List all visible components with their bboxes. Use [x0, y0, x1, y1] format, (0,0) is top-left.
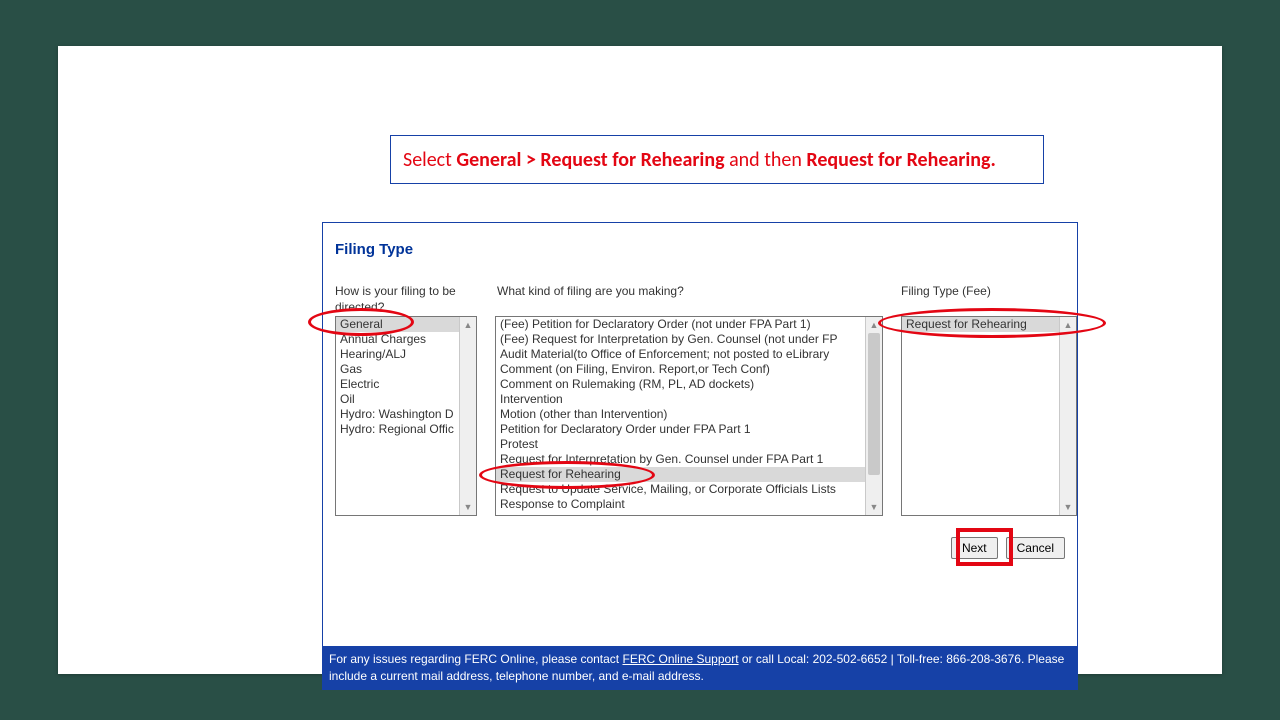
cancel-button[interactable]: Cancel	[1006, 537, 1065, 559]
footer-text-1: For any issues regarding FERC Online, pl…	[329, 652, 622, 666]
panel-title: Filing Type	[335, 241, 413, 258]
list-item[interactable]: Request for Rehearing	[902, 317, 1060, 332]
next-button[interactable]: Next	[951, 537, 998, 559]
listbox-directed[interactable]: GeneralAnnual ChargesHearing/ALJGasElect…	[335, 316, 477, 516]
instruction-text-1: Select	[403, 148, 456, 172]
instruction-bold-1: General > Request for Rehearing	[456, 148, 724, 172]
scrollbar[interactable]: ▲ ▼	[865, 317, 882, 515]
scroll-up-icon[interactable]: ▲	[460, 317, 476, 333]
instruction-callout: Select General > Request for Rehearing a…	[390, 135, 1044, 184]
list-item[interactable]: Oil	[336, 392, 460, 407]
list-item[interactable]: Comment on Rulemaking (RM, PL, AD docket…	[496, 377, 866, 392]
list-item[interactable]: Protest	[496, 437, 866, 452]
list-item[interactable]: Request to Update Service, Mailing, or C…	[496, 482, 866, 497]
scroll-up-icon[interactable]: ▲	[866, 317, 882, 333]
page: Select General > Request for Rehearing a…	[58, 46, 1222, 674]
scroll-thumb[interactable]	[868, 333, 880, 475]
list-item[interactable]: Motion (other than Intervention)	[496, 407, 866, 422]
list-item[interactable]: Gas	[336, 362, 460, 377]
listbox-directed-items[interactable]: GeneralAnnual ChargesHearing/ALJGasElect…	[336, 317, 460, 515]
list-item[interactable]: Hearing/ALJ	[336, 347, 460, 362]
scroll-down-icon[interactable]: ▼	[1060, 499, 1076, 515]
list-item[interactable]: Petition for Declaratory Order under FPA…	[496, 422, 866, 437]
listbox-fee[interactable]: Request for Rehearing ▲ ▼	[901, 316, 1077, 516]
button-row: Next Cancel	[951, 537, 1065, 559]
list-item[interactable]: Hydro: Washington D	[336, 407, 460, 422]
filing-type-panel: Filing Type How is your filing to be dir…	[322, 222, 1078, 690]
list-item[interactable]: (Fee) Request for Interpretation by Gen.…	[496, 332, 866, 347]
listbox-fee-items[interactable]: Request for Rehearing	[902, 317, 1060, 515]
scrollbar[interactable]: ▲ ▼	[1059, 317, 1076, 515]
scroll-down-icon[interactable]: ▼	[866, 499, 882, 515]
list-item[interactable]: Request for Rehearing	[496, 467, 866, 482]
list-item[interactable]: General	[336, 317, 460, 332]
list-item[interactable]: Intervention	[496, 392, 866, 407]
column-label-directed: How is your filing to be directed?	[335, 283, 475, 315]
instruction-bold-2: Request for Rehearing.	[806, 148, 995, 172]
listbox-kind[interactable]: (Fee) Petition for Declaratory Order (no…	[495, 316, 883, 516]
column-label-kind: What kind of filing are you making?	[497, 283, 877, 299]
list-item[interactable]: (Fee) Petition for Declaratory Order (no…	[496, 317, 866, 332]
list-item[interactable]: Hydro: Regional Offic	[336, 422, 460, 437]
list-item[interactable]: Electric	[336, 377, 460, 392]
list-item[interactable]: Response to Complaint	[496, 497, 866, 512]
instruction-text-2: and then	[725, 148, 807, 172]
listbox-kind-items[interactable]: (Fee) Petition for Declaratory Order (no…	[496, 317, 866, 515]
footer-support-link[interactable]: FERC Online Support	[622, 652, 738, 666]
list-item[interactable]: Comment (on Filing, Environ. Report,or T…	[496, 362, 866, 377]
column-label-fee: Filing Type (Fee)	[901, 283, 1071, 299]
list-item[interactable]: Annual Charges	[336, 332, 460, 347]
list-item[interactable]: Audit Material(to Office of Enforcement;…	[496, 347, 866, 362]
scroll-down-icon[interactable]: ▼	[460, 499, 476, 515]
footer-bar: For any issues regarding FERC Online, pl…	[323, 646, 1077, 689]
scroll-up-icon[interactable]: ▲	[1060, 317, 1076, 333]
list-item[interactable]: Request for Interpretation by Gen. Couns…	[496, 452, 866, 467]
scrollbar[interactable]: ▲ ▼	[459, 317, 476, 515]
